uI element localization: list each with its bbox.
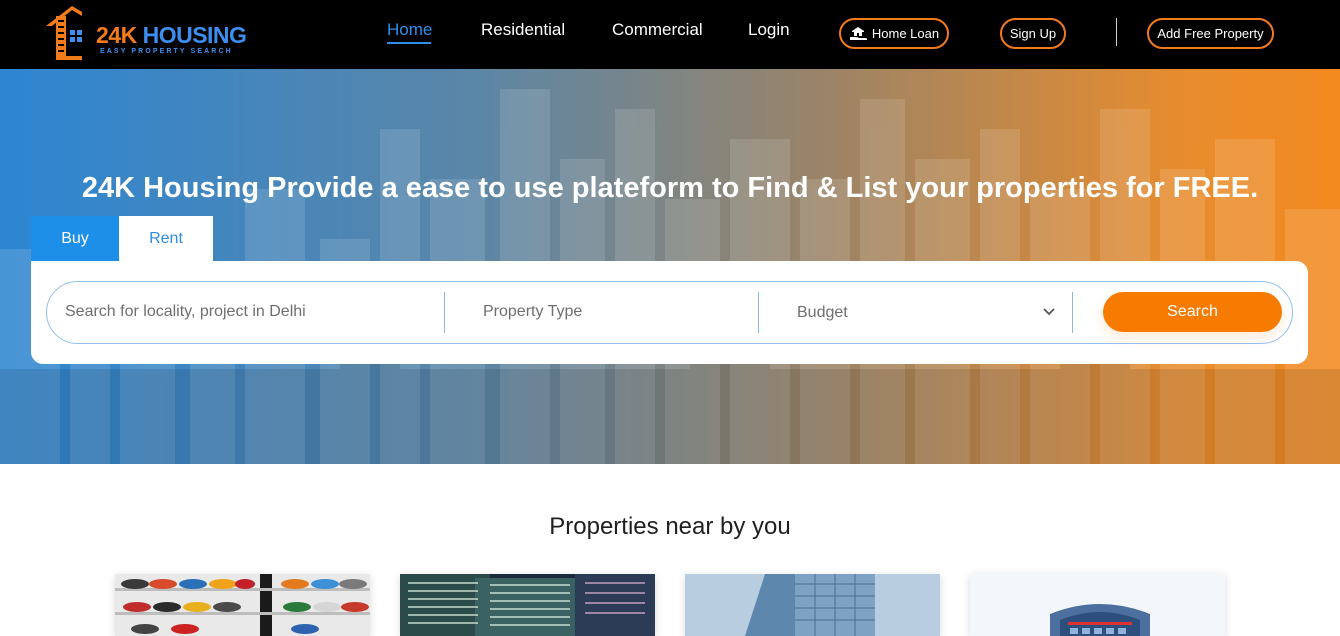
tab-buy[interactable]: Buy [31,216,119,262]
search-separator [444,292,445,333]
blue-tower-image [685,574,940,636]
tab-rent[interactable]: Rent [119,216,213,262]
search-separator [1072,292,1073,333]
sign-up-button[interactable]: Sign Up [1000,18,1066,49]
hero-title: 24K Housing Provide a ease to use platef… [81,172,1259,204]
logo-wordmark: 24K HOUSING [96,22,247,48]
property-card[interactable] [400,574,655,636]
search-separator [758,292,759,333]
logo[interactable]: 24K HOUSING EASY PROPERTY SEARCH [42,4,252,60]
property-type-select[interactable]: Property Type [483,303,582,321]
logo-wordmark-rest: HOUSING [136,22,247,48]
nav-residential[interactable]: Residential [481,20,565,40]
locality-search-input[interactable]: Search for locality, project in Delhi [65,303,306,321]
top-navbar: 24K HOUSING EASY PROPERTY SEARCH Home Re… [0,0,1340,69]
property-card[interactable] [115,574,370,636]
chevron-down-icon[interactable] [1042,305,1056,319]
header-divider [1116,18,1117,46]
nav-login[interactable]: Login [748,20,790,40]
sneaker-store-image [115,574,370,636]
budget-select[interactable]: Budget [797,304,848,322]
property-card[interactable] [685,574,940,636]
glass-tower-night-image [400,574,655,636]
add-free-property-button[interactable]: Add Free Property [1147,18,1274,49]
house-logo-icon [46,6,82,60]
home-loan-label: Home Loan [871,26,940,41]
logo-tagline: EASY PROPERTY SEARCH [100,48,233,55]
property-card[interactable] [970,574,1225,636]
nav-home[interactable]: Home [387,20,432,40]
nav-commercial[interactable]: Commercial [612,20,703,40]
search-button[interactable]: Search [1103,292,1282,332]
properties-section-title: Properties near by you [549,513,791,540]
home-loan-button[interactable]: Home Loan [839,18,949,49]
office-building-image [970,574,1225,636]
nav-home-underline [387,42,431,44]
hand-house-icon [849,26,867,40]
